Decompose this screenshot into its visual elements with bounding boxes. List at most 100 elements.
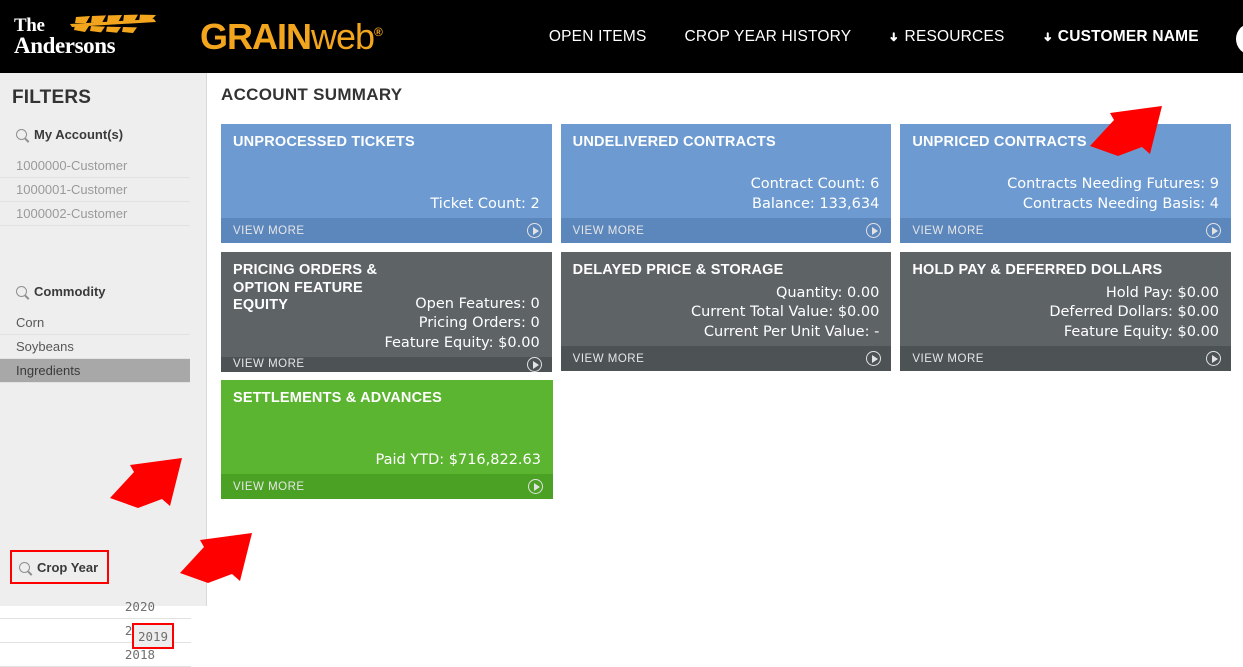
filter-heading-commodity[interactable]: Commodity: [0, 284, 206, 299]
view-more-label: VIEW MORE: [912, 225, 984, 237]
list-item[interactable]: 2020: [0, 595, 191, 619]
filter-heading-label: Commodity: [34, 284, 106, 299]
nav-item-open-items[interactable]: OPEN ITEMS: [530, 28, 666, 46]
card-metric: Hold Pay: $0.00: [912, 284, 1219, 303]
nav-item-customer-name[interactable]: ➜ CUSTOMER NAME: [1024, 28, 1218, 46]
card-metric: Balance: 133,634: [573, 195, 880, 214]
list-item[interactable]: 1000000-Customer: [0, 154, 190, 178]
account-avatar-group[interactable]: 0: [1234, 15, 1243, 59]
logo-line-andersons: Andersons: [14, 35, 162, 56]
card-metric: Quantity: 0.00: [573, 284, 880, 303]
card-metrics: Open Features: 0 Pricing Orders: 0 Featu…: [221, 295, 552, 357]
list-item[interactable]: 1000002-Customer: [0, 202, 190, 226]
commodity-options-list: Corn Soybeans Ingredients: [0, 311, 206, 383]
nav-label-open-items: OPEN ITEMS: [549, 28, 647, 46]
card-metrics: Paid YTD: $716,822.63: [221, 408, 553, 474]
list-item[interactable]: Soybeans: [0, 335, 190, 359]
card-title: UNPROCESSED TICKETS: [221, 124, 552, 152]
view-more-label: VIEW MORE: [912, 353, 984, 365]
list-item[interactable]: 1000001-Customer: [0, 178, 190, 202]
annotation-arrow-unpriced-contracts: [1088, 104, 1168, 158]
view-more-button[interactable]: VIEW MORE: [221, 357, 552, 372]
search-icon: [16, 286, 27, 297]
play-arrow-icon[interactable]: [528, 479, 543, 494]
play-arrow-icon[interactable]: [527, 223, 542, 238]
wheat-icon: [62, 13, 162, 35]
play-arrow-icon[interactable]: [1206, 351, 1221, 366]
list-item-selected[interactable]: Ingredients: [0, 359, 190, 383]
view-more-label: VIEW MORE: [233, 225, 305, 237]
top-navigation-bar: The Andersons GRAINweb® OPEN ITEMS CROP …: [0, 0, 1243, 73]
view-more-button[interactable]: VIEW MORE: [221, 474, 553, 499]
chevron-down-icon: ➜: [1041, 31, 1055, 41]
nav-label-resources: RESOURCES: [905, 28, 1005, 46]
card-delayed-price-storage[interactable]: DELAYED PRICE & STORAGE Quantity: 0.00 C…: [561, 252, 892, 371]
card-metric: Feature Equity: $0.00: [233, 334, 540, 353]
filter-heading-label: My Account(s): [34, 127, 123, 142]
page-title: ACCOUNT SUMMARY: [208, 73, 1243, 105]
nav-label-customer-name: CUSTOMER NAME: [1058, 28, 1199, 46]
card-title: UNDELIVERED CONTRACTS: [561, 124, 892, 152]
account-options-list: 1000000-Customer 1000001-Customer 100000…: [0, 154, 206, 226]
view-more-button[interactable]: VIEW MORE: [900, 218, 1231, 243]
play-arrow-icon[interactable]: [866, 351, 881, 366]
filter-group-my-accounts: My Account(s) 1000000-Customer 1000001-C…: [0, 127, 206, 226]
card-row-2: PRICING ORDERS & OPTION FEATURE EQUITY O…: [221, 252, 1231, 371]
view-more-button[interactable]: VIEW MORE: [561, 346, 892, 371]
card-metrics: Contract Count: 6 Balance: 133,634: [561, 152, 892, 218]
filter-group-commodity: Commodity Corn Soybeans Ingredients: [0, 284, 206, 383]
crop-year-2019-highlight[interactable]: 2019: [132, 623, 174, 649]
play-arrow-icon[interactable]: [527, 357, 542, 372]
view-more-button[interactable]: VIEW MORE: [900, 346, 1231, 371]
logo-web-text: web: [311, 16, 374, 57]
view-more-label: VIEW MORE: [233, 481, 305, 493]
annotation-arrow-crop-year-2019: [178, 531, 258, 585]
annotation-arrow-crop-year: [108, 456, 188, 510]
search-icon: [19, 562, 30, 573]
card-pricing-orders-option-feature-equity[interactable]: PRICING ORDERS & OPTION FEATURE EQUITY O…: [221, 252, 552, 371]
filter-heading-my-accounts[interactable]: My Account(s): [0, 127, 206, 142]
summary-cards-grid: UNPROCESSED TICKETS Ticket Count: 2 VIEW…: [221, 124, 1231, 508]
card-metric: Contracts Needing Futures: 9: [912, 175, 1219, 194]
grainweb-logo[interactable]: GRAINweb®: [200, 16, 382, 58]
view-more-button[interactable]: VIEW MORE: [561, 218, 892, 243]
card-undelivered-contracts[interactable]: UNDELIVERED CONTRACTS Contract Count: 6 …: [561, 124, 892, 243]
card-title: UNPRICED CONTRACTS: [900, 124, 1231, 152]
card-unprocessed-tickets[interactable]: UNPROCESSED TICKETS Ticket Count: 2 VIEW…: [221, 124, 552, 243]
view-more-label: VIEW MORE: [573, 353, 645, 365]
card-metric: Current Total Value: $0.00: [573, 303, 880, 322]
play-arrow-icon[interactable]: [1206, 223, 1221, 238]
card-row-1: UNPROCESSED TICKETS Ticket Count: 2 VIEW…: [221, 124, 1231, 243]
card-title: DELAYED PRICE & STORAGE: [561, 252, 892, 280]
card-metric: Pricing Orders: 0: [233, 314, 540, 333]
brand-logo-group[interactable]: The Andersons GRAINweb®: [0, 16, 382, 58]
filter-heading-label: Crop Year: [37, 560, 98, 575]
card-settlements-advances[interactable]: SETTLEMENTS & ADVANCES Paid YTD: $716,82…: [221, 380, 553, 499]
card-metric: Paid YTD: $716,822.63: [233, 451, 541, 470]
primary-nav-links: OPEN ITEMS CROP YEAR HISTORY ➜ RESOURCES…: [530, 15, 1243, 59]
view-more-button[interactable]: VIEW MORE: [221, 218, 552, 243]
card-metrics: Hold Pay: $0.00 Deferred Dollars: $0.00 …: [900, 280, 1231, 346]
card-metric: Contract Count: 6: [573, 175, 880, 194]
card-metrics: Quantity: 0.00 Current Total Value: $0.0…: [561, 280, 892, 346]
play-arrow-icon[interactable]: [866, 223, 881, 238]
the-andersons-logo[interactable]: The Andersons: [14, 17, 162, 56]
avatar[interactable]: [1236, 23, 1243, 55]
list-item[interactable]: Corn: [0, 311, 190, 335]
card-metrics: Ticket Count: 2: [221, 152, 552, 218]
card-title: SETTLEMENTS & ADVANCES: [221, 380, 553, 408]
filter-heading-crop-year[interactable]: Crop Year: [10, 550, 109, 584]
registered-mark-icon: ®: [374, 25, 382, 39]
card-metric: Current Per Unit Value: -: [573, 323, 880, 342]
nav-item-crop-year-history[interactable]: CROP YEAR HISTORY: [666, 28, 871, 46]
card-metric: Ticket Count: 2: [233, 195, 540, 214]
filters-title: FILTERS: [0, 73, 206, 109]
chevron-down-icon: ➜: [887, 31, 901, 41]
nav-item-resources[interactable]: ➜ RESOURCES: [870, 28, 1023, 46]
view-more-label: VIEW MORE: [573, 225, 645, 237]
card-unpriced-contracts[interactable]: UNPRICED CONTRACTS Contracts Needing Fut…: [900, 124, 1231, 243]
card-hold-pay-deferred-dollars[interactable]: HOLD PAY & DEFERRED DOLLARS Hold Pay: $0…: [900, 252, 1231, 371]
logo-grain-text: GRAIN: [200, 16, 311, 57]
nav-label-crop-year-history: CROP YEAR HISTORY: [685, 28, 852, 46]
card-metrics: Contracts Needing Futures: 9 Contracts N…: [900, 152, 1231, 218]
